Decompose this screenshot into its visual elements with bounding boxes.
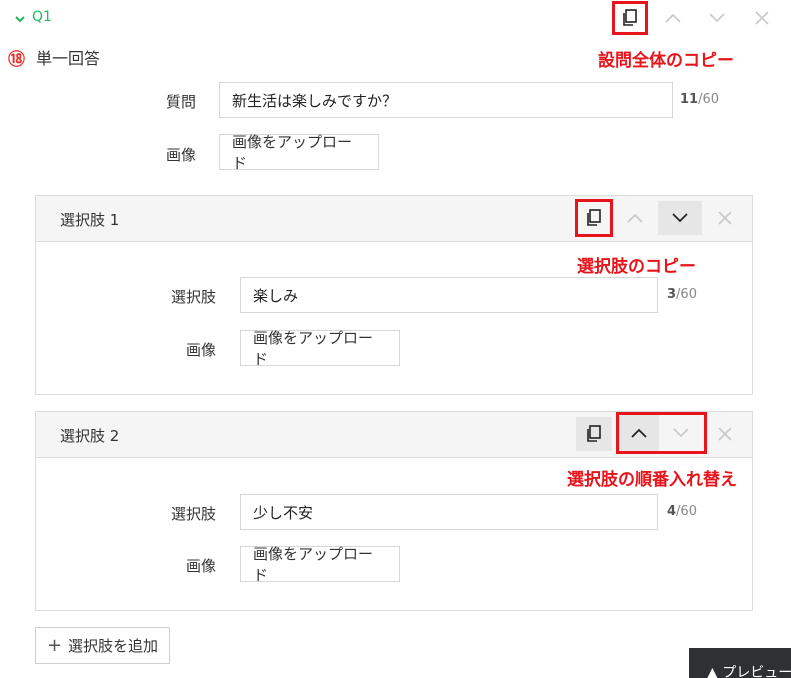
close-icon	[718, 211, 732, 225]
move-choice-2-up-button[interactable]	[619, 415, 659, 451]
move-question-up-button[interactable]	[656, 4, 690, 32]
move-choice-1-up-button[interactable]	[617, 201, 653, 235]
choice-2-upload-image-button[interactable]: 画像をアップロード	[240, 545, 400, 584]
preview-toggle-button[interactable]: ▲ プレビュー	[689, 648, 791, 678]
plus-icon: +	[46, 635, 63, 656]
choice-title: 選択肢 1	[60, 211, 120, 229]
choice-2-image-label: 画像	[185, 557, 216, 575]
question-field-label: 質問	[165, 93, 196, 111]
delete-choice-2-button[interactable]	[708, 417, 742, 451]
copy-icon	[586, 425, 602, 443]
copy-icon	[622, 9, 638, 27]
chevron-up-icon	[630, 427, 648, 439]
copy-question-button[interactable]	[612, 1, 648, 35]
collapse-chevron-icon[interactable]	[14, 11, 26, 23]
choice-1-char-counter: 3/60	[667, 287, 697, 302]
choice-2-field-label: 選択肢	[170, 505, 216, 523]
question-text-input[interactable]: 新生活は楽しみですか？	[219, 82, 673, 118]
delete-question-button[interactable]	[746, 4, 778, 32]
copy-icon	[586, 209, 602, 227]
close-icon	[755, 11, 769, 25]
annotation-copy-question: 設問全体のコピー	[598, 51, 734, 71]
move-choice-2-down-button[interactable]	[661, 415, 701, 451]
copy-choice-1-button[interactable]	[575, 199, 613, 237]
chevron-up-icon	[664, 12, 682, 24]
choice-2-char-counter: 4/60	[667, 504, 697, 519]
annotation-reorder-choice: 選択肢の順番入れ替え	[567, 470, 737, 490]
choice-1-upload-image-button[interactable]: 画像をアップロード	[240, 329, 400, 368]
annotation-copy-choice: 選択肢のコピー	[577, 257, 696, 277]
chevron-up-icon	[626, 212, 644, 224]
move-choice-1-down-button[interactable]	[658, 201, 702, 235]
question-image-label: 画像	[165, 146, 196, 164]
question-type-number: ⑱	[8, 50, 25, 70]
choice-1-text-input[interactable]: 楽しみ	[240, 277, 658, 313]
choice-1-field-label: 選択肢	[170, 288, 216, 306]
choice-2-text-input[interactable]: 少し不安	[240, 494, 658, 530]
chevron-down-icon	[708, 12, 726, 24]
choice-1-image-label: 画像	[185, 341, 216, 359]
delete-choice-1-button[interactable]	[708, 201, 742, 235]
chevron-down-icon	[672, 427, 690, 439]
move-question-down-button[interactable]	[700, 4, 734, 32]
add-choice-label: 選択肢を追加	[68, 637, 159, 655]
question-number-label[interactable]: Q1	[32, 9, 52, 25]
choice-title: 選択肢 2	[60, 427, 120, 445]
copy-choice-2-button[interactable]	[576, 417, 612, 451]
question-type-label: 単一回答	[36, 49, 101, 68]
close-icon	[718, 427, 732, 441]
question-char-counter: 11/60	[680, 92, 720, 107]
chevron-down-icon	[671, 212, 689, 224]
add-choice-button[interactable]: + 選択肢を追加	[35, 627, 170, 664]
question-upload-image-button[interactable]: 画像をアップロード	[219, 133, 379, 172]
